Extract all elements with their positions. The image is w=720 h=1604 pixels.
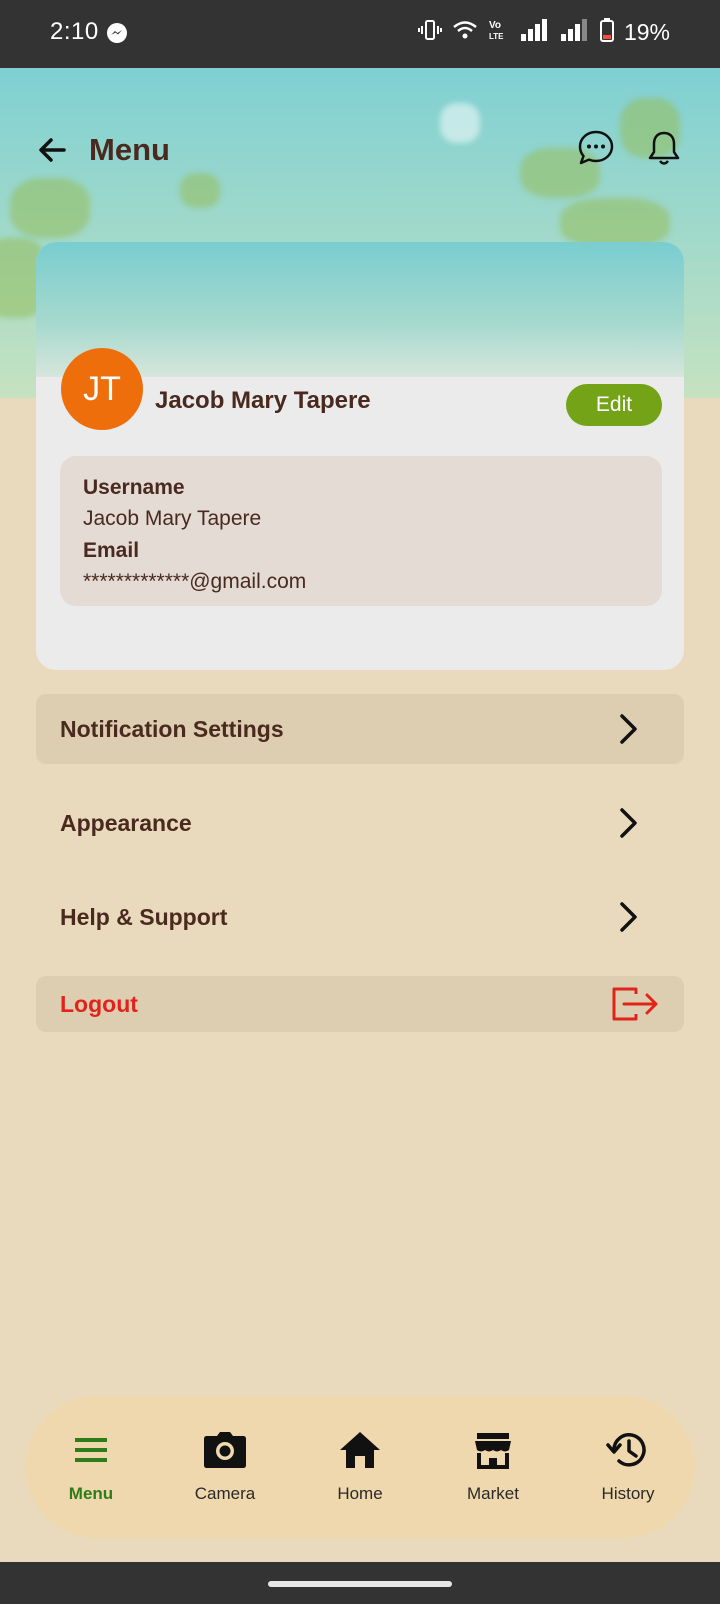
menu-item-label: Notification Settings (60, 715, 284, 742)
page-title: Menu (89, 132, 170, 167)
nav-label: Camera (194, 1484, 256, 1503)
hamburger-icon (67, 1426, 115, 1474)
history-icon (604, 1426, 652, 1474)
menu-item-appearance[interactable]: Appearance (36, 788, 684, 858)
battery-icon (599, 18, 614, 47)
home-icon (336, 1426, 384, 1474)
menu-item-label: Appearance (60, 809, 192, 836)
profile-name: Jacob Mary Tapere (155, 387, 371, 414)
nav-label: Market (467, 1484, 519, 1503)
email-label: Email (83, 539, 140, 562)
nav-home[interactable]: Home (310, 1426, 410, 1516)
nav-market[interactable]: Market (443, 1426, 543, 1516)
chevron-right-icon (614, 712, 642, 746)
nav-label: History (601, 1484, 655, 1503)
bell-icon[interactable] (645, 128, 683, 168)
nav-label: Home (337, 1484, 383, 1503)
menu-item-help-support[interactable]: Help & Support (36, 882, 684, 952)
signal-icon (520, 18, 550, 47)
messenger-icon (106, 22, 128, 49)
menu-item-label: Help & Support (60, 903, 228, 930)
chat-bubble-icon[interactable] (576, 128, 616, 168)
logout-button[interactable]: Logout (36, 976, 684, 1032)
store-icon (469, 1426, 517, 1474)
email-value: *************@gmail.com (83, 570, 307, 593)
status-time: 2:10 (50, 18, 99, 45)
app-bar: Menu (0, 118, 720, 182)
profile-card-banner (36, 242, 684, 377)
svg-text:LTE: LTE (489, 32, 504, 41)
avatar: JT (61, 348, 143, 430)
status-bar: 2:10 Vo LTE 19% (0, 0, 720, 68)
username-value: Jacob Mary Tapere (83, 507, 262, 530)
username-label: Username (83, 476, 185, 499)
gesture-bar (0, 1562, 720, 1604)
camera-icon (201, 1426, 249, 1474)
logout-icon (610, 984, 660, 1024)
edit-profile-button[interactable]: Edit (566, 384, 662, 426)
nav-label: Menu (68, 1484, 114, 1503)
nav-camera[interactable]: Camera (175, 1426, 275, 1516)
volte-icon: Vo LTE (488, 18, 510, 47)
nav-menu[interactable]: Menu (41, 1426, 141, 1516)
home-gesture-handle[interactable] (268, 1581, 452, 1587)
menu-item-notification-settings[interactable]: Notification Settings (36, 694, 684, 764)
chevron-right-icon (614, 900, 642, 934)
nav-history[interactable]: History (578, 1426, 678, 1516)
wifi-icon (452, 19, 478, 46)
profile-card: JT Jacob Mary Tapere Edit Username Jacob… (36, 242, 684, 670)
profile-info-box: Username Jacob Mary Tapere Email *******… (60, 456, 662, 606)
chevron-right-icon (614, 806, 642, 840)
battery-percent: 19% (623, 19, 670, 45)
bottom-navigation: Menu Camera Home Market History (25, 1396, 695, 1538)
svg-text:Vo: Vo (489, 20, 501, 31)
logout-label: Logout (60, 990, 138, 1017)
signal-icon (560, 18, 590, 47)
vibrate-icon (417, 18, 442, 47)
arrow-left-icon[interactable] (34, 132, 70, 168)
